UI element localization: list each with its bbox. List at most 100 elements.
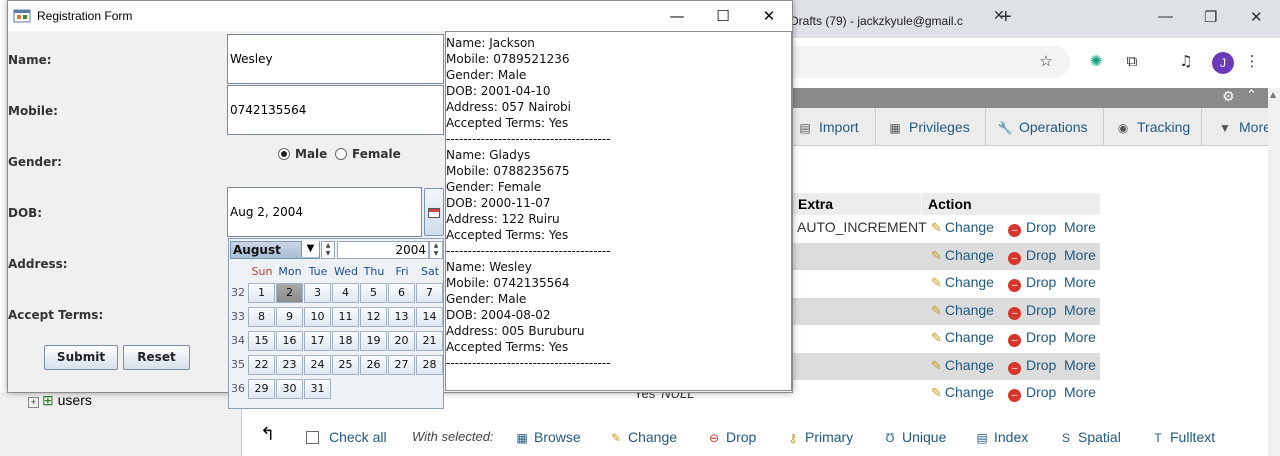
- tab-privileges[interactable]: ▦ Privileges: [886, 108, 986, 146]
- row-change-link[interactable]: ✎ Change: [931, 247, 994, 264]
- date-picker-button[interactable]: [424, 188, 444, 236]
- calendar-day-button[interactable]: 11: [332, 307, 359, 327]
- calendar-day-button[interactable]: 10: [304, 307, 331, 327]
- maximize-button[interactable]: ☐: [700, 4, 746, 28]
- check-all-label[interactable]: Check all: [329, 429, 387, 445]
- tab-tracking[interactable]: ◉ Tracking: [1114, 108, 1202, 146]
- mobile-input[interactable]: 0742135564: [227, 85, 444, 135]
- records-output-area[interactable]: Name: Jackson Mobile: 0789521236 Gender: M…: [445, 31, 792, 391]
- row-change-link[interactable]: ✎ Change: [931, 302, 994, 319]
- browser-tab-gmail[interactable]: Drafts (79) - jackzkyule@gmail.c: [790, 6, 990, 34]
- bulk-fulltext-button[interactable]: T Fulltext: [1150, 429, 1215, 445]
- bulk-spatial-button[interactable]: S Spatial: [1058, 429, 1121, 445]
- row-change-link[interactable]: ✎ Change: [931, 384, 994, 401]
- row-drop-link[interactable]: – Drop: [1008, 219, 1056, 237]
- row-change-link[interactable]: ✎ Change: [931, 329, 994, 346]
- calendar-day-button[interactable]: 3: [304, 283, 331, 303]
- calendar-day-button[interactable]: 28: [416, 355, 443, 375]
- row-more-link[interactable]: More: [1064, 247, 1096, 263]
- calendar-day-button[interactable]: 1: [248, 283, 275, 303]
- bulk-change-button[interactable]: ✎ Change: [608, 429, 677, 445]
- bulk-index-button[interactable]: ▤ Index: [974, 429, 1028, 445]
- calendar-day-button[interactable]: 5: [360, 283, 387, 303]
- row-more-link[interactable]: More: [1064, 219, 1096, 235]
- row-drop-link[interactable]: – Drop: [1008, 357, 1056, 375]
- calendar-day-button[interactable]: 14: [416, 307, 443, 327]
- row-drop-link[interactable]: – Drop: [1008, 302, 1056, 320]
- dob-input[interactable]: Aug 2, 2004: [227, 187, 422, 237]
- calendar-day-button[interactable]: 29: [248, 379, 275, 399]
- row-more-link[interactable]: More: [1064, 357, 1096, 373]
- profile-avatar[interactable]: J: [1212, 52, 1234, 74]
- expand-icon[interactable]: +: [28, 397, 39, 408]
- calendar-day-button[interactable]: 24: [304, 355, 331, 375]
- gender-male-radio[interactable]: Male: [278, 147, 327, 161]
- gear-icon[interactable]: ⚙: [1222, 89, 1235, 105]
- new-tab-button[interactable]: +: [1000, 6, 1012, 29]
- reset-button[interactable]: Reset: [123, 345, 190, 370]
- row-drop-link[interactable]: – Drop: [1008, 274, 1056, 292]
- year-spinner-arrows[interactable]: ▲ ▼: [429, 241, 443, 259]
- browser-minimize-button[interactable]: —: [1158, 8, 1173, 25]
- row-drop-link[interactable]: – Drop: [1008, 247, 1056, 265]
- calendar-day-button[interactable]: 6: [388, 283, 415, 303]
- calendar-day-button[interactable]: 7: [416, 283, 443, 303]
- bulk-drop-button[interactable]: ⊖ Drop: [706, 429, 756, 445]
- bulk-browse-button[interactable]: ▦ Browse: [514, 429, 580, 445]
- calendar-day-button[interactable]: 17: [304, 331, 331, 351]
- month-dropdown-arrow-icon[interactable]: ▼: [301, 241, 319, 257]
- row-more-link[interactable]: More: [1064, 274, 1096, 290]
- calendar-day-button[interactable]: 22: [248, 355, 275, 375]
- calendar-day-button[interactable]: 19: [360, 331, 387, 351]
- row-change-link[interactable]: ✎ Change: [931, 357, 994, 374]
- submit-button[interactable]: Submit: [44, 345, 118, 370]
- calendar-day-button[interactable]: 13: [388, 307, 415, 327]
- calendar-day-button[interactable]: 4: [332, 283, 359, 303]
- tab-operations[interactable]: 🔧 Operations: [996, 108, 1104, 146]
- calendar-day-button[interactable]: 15: [248, 331, 275, 351]
- chatgpt-extension-icon[interactable]: ✺: [1086, 52, 1106, 72]
- browser-close-button[interactable]: ✕: [1250, 8, 1263, 26]
- calendar-day-button[interactable]: 8: [248, 307, 275, 327]
- calendar-day-button[interactable]: 23: [276, 355, 303, 375]
- name-input[interactable]: Wesley: [227, 34, 444, 84]
- tree-item-users[interactable]: + ⊞ users: [28, 392, 92, 409]
- bookmark-star-icon[interactable]: ☆: [1036, 52, 1056, 72]
- row-more-link[interactable]: More: [1064, 302, 1096, 318]
- calendar-day-button[interactable]: 31: [304, 379, 331, 399]
- check-all-checkbox[interactable]: [306, 431, 319, 444]
- calendar-day-button[interactable]: 2: [276, 283, 303, 303]
- tab-more[interactable]: ▼ More: [1216, 108, 1268, 146]
- window-titlebar[interactable]: Registration Form — ☐ ✕: [8, 1, 792, 31]
- bulk-unique-button[interactable]: Ʊ Unique: [882, 429, 947, 445]
- row-drop-link[interactable]: – Drop: [1008, 329, 1056, 347]
- row-drop-link[interactable]: – Drop: [1008, 384, 1056, 402]
- browser-menu-icon[interactable]: ⋮: [1242, 52, 1262, 72]
- scroll-up-icon[interactable]: ▲: [1270, 90, 1276, 99]
- calendar-day-button[interactable]: 21: [416, 331, 443, 351]
- collapse-icon[interactable]: ⌃: [1246, 88, 1257, 103]
- month-spinner[interactable]: ▲ ▼: [321, 241, 335, 259]
- row-more-link[interactable]: More: [1064, 384, 1096, 400]
- row-change-link[interactable]: ✎ Change: [931, 219, 994, 236]
- row-change-link[interactable]: ✎ Change: [931, 274, 994, 291]
- tab-import[interactable]: ▤ Import: [796, 108, 876, 146]
- page-scrollbar[interactable]: [1268, 88, 1280, 456]
- browser-restore-button[interactable]: ❐: [1204, 8, 1217, 26]
- calendar-day-button[interactable]: 12: [360, 307, 387, 327]
- extensions-puzzle-icon[interactable]: ⧉: [1122, 52, 1142, 72]
- calendar-day-button[interactable]: 26: [360, 355, 387, 375]
- year-spinner-field[interactable]: 2004: [337, 241, 429, 259]
- media-control-icon[interactable]: ♫: [1176, 52, 1196, 72]
- minimize-button[interactable]: —: [654, 4, 700, 28]
- calendar-day-button[interactable]: 18: [332, 331, 359, 351]
- calendar-day-button[interactable]: 20: [388, 331, 415, 351]
- calendar-day-button[interactable]: 16: [276, 331, 303, 351]
- calendar-day-button[interactable]: 9: [276, 307, 303, 327]
- bulk-primary-button[interactable]: ⚷ Primary: [785, 429, 854, 445]
- calendar-day-button[interactable]: 27: [388, 355, 415, 375]
- calendar-day-button[interactable]: 30: [276, 379, 303, 399]
- calendar-day-button[interactable]: 25: [332, 355, 359, 375]
- close-button[interactable]: ✕: [746, 4, 792, 28]
- gender-female-radio[interactable]: Female: [335, 147, 401, 161]
